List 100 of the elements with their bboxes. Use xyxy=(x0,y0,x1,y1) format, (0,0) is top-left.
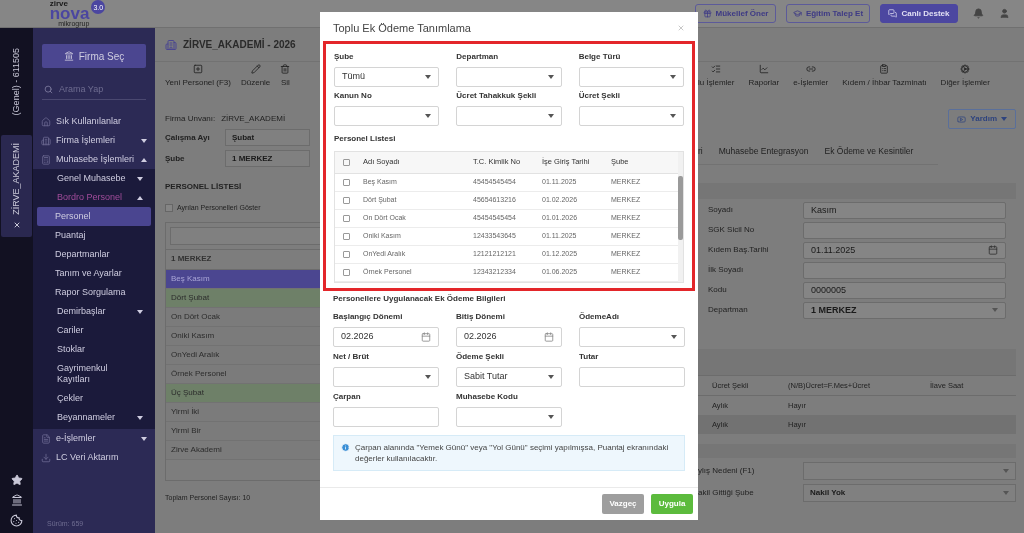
header-button[interactable]: Eğitim Talep Et xyxy=(786,4,870,23)
page-title: ZİRVE_AKADEMİ - 2026 xyxy=(183,37,296,52)
tab[interactable]: Ek Ödeme ve Kesintiler xyxy=(824,145,914,158)
field-label: Soyadı xyxy=(708,204,734,217)
field-label: Çarpan xyxy=(333,390,362,403)
date-field[interactable]: 02.2026 xyxy=(456,326,562,347)
field-label: Muhasebe Kodu xyxy=(456,390,519,403)
calendar-icon xyxy=(421,331,431,342)
chart-icon xyxy=(758,64,769,74)
user-icon[interactable] xyxy=(999,8,1010,19)
menu-item[interactable]: Gayrimenkul Kayıtları xyxy=(33,359,155,389)
checkbox[interactable] xyxy=(342,232,350,240)
checkbox[interactable] xyxy=(165,204,173,213)
caret-icon xyxy=(548,374,554,379)
toolbar-button[interactable]: e-İşlemler xyxy=(793,64,829,94)
caret-icon xyxy=(671,334,677,339)
select-field[interactable]: Sabit Tutar xyxy=(456,366,562,387)
caret-icon xyxy=(141,436,147,441)
input-field[interactable] xyxy=(803,221,1006,239)
firma-select-button[interactable]: Firma Seç xyxy=(42,44,146,68)
caret-icon xyxy=(141,157,147,162)
checkbox[interactable] xyxy=(342,250,350,258)
toolbar-button[interactable]: Sil xyxy=(280,64,291,94)
select-field[interactable]: Tümü xyxy=(334,66,440,87)
menu-item[interactable]: Departmanlar xyxy=(33,245,155,264)
checkbox[interactable] xyxy=(342,268,350,276)
caret-icon xyxy=(547,113,554,118)
menu-item[interactable]: e-İşlemler xyxy=(33,429,155,448)
field-label: Kıdem Baş.Tarihi xyxy=(708,244,770,257)
field-label: Ödeme Şekli xyxy=(456,350,506,363)
section-title: Personellere Uygulanacak Ek Ödeme Bilgileri xyxy=(333,292,507,305)
caret-icon xyxy=(670,113,676,118)
bank-icon[interactable] xyxy=(10,494,23,506)
field-label: Şube xyxy=(165,152,186,165)
tab[interactable]: ri xyxy=(698,145,703,158)
cookie-icon[interactable] xyxy=(10,514,23,527)
scrollbar[interactable] xyxy=(678,151,683,282)
dialog-button[interactable]: Vazgeç xyxy=(602,494,644,514)
caret-icon xyxy=(547,74,554,79)
bell-icon[interactable] xyxy=(973,8,984,19)
menu-item[interactable]: Sık Kullanılanlar xyxy=(33,112,155,131)
select-field[interactable]: 1 MERKEZ xyxy=(803,301,1006,319)
menu-item[interactable]: Rapor Sorgulama xyxy=(33,283,155,302)
building-icon xyxy=(41,135,51,146)
field-label: Ücret Tahakkuk Şekli xyxy=(456,89,538,102)
caret-icon xyxy=(670,74,676,79)
dialog-button[interactable]: Uygula xyxy=(651,494,693,514)
menu-item[interactable]: LC Veri Aktarım xyxy=(33,448,155,467)
menu-item[interactable]: Genel Muhasebe xyxy=(33,169,155,188)
close-icon[interactable] xyxy=(12,221,21,230)
field-label: Kodu xyxy=(708,284,728,297)
caret-icon xyxy=(137,309,143,314)
bank-icon xyxy=(63,51,74,61)
select-field[interactable] xyxy=(803,461,1016,480)
checkbox[interactable] xyxy=(342,196,350,204)
menu-item[interactable]: Beyannameler xyxy=(33,408,155,427)
menu-item[interactable]: Çekler xyxy=(33,389,155,408)
checkbox[interactable] xyxy=(342,158,350,166)
header-button[interactable]: Canlı Destek xyxy=(880,4,958,23)
menu-item[interactable]: Stoklar xyxy=(33,340,155,359)
caret-icon xyxy=(1003,468,1009,473)
menu-item[interactable]: Tanım ve Ayarlar xyxy=(33,264,155,283)
video-icon xyxy=(957,114,967,124)
date-field[interactable]: 02.2026 xyxy=(333,326,439,347)
input-field[interactable] xyxy=(803,261,1006,279)
gear-icon xyxy=(960,64,971,74)
star-icon[interactable] xyxy=(10,474,23,486)
caret-icon xyxy=(141,138,147,143)
calendar-icon xyxy=(988,245,998,256)
field-label: Tutar xyxy=(579,350,600,363)
menu-item[interactable]: Firma İşlemleri xyxy=(33,131,155,150)
toolbar-button[interactable]: Diğer İşlemler xyxy=(940,64,990,94)
menu-item[interactable]: Puantaj xyxy=(33,226,155,245)
input-field[interactable]: Kasım xyxy=(803,201,1006,219)
toolbar-button[interactable]: Raporlar xyxy=(748,64,780,94)
caret-icon xyxy=(992,308,998,313)
toolbar-button[interactable]: Yeni Personel (F3) xyxy=(165,64,231,94)
menu-item[interactable]: Bordro Personel xyxy=(33,188,155,207)
checkbox[interactable] xyxy=(342,178,350,186)
help-button[interactable]: Yardım xyxy=(948,109,1016,129)
checklist-icon xyxy=(711,64,722,74)
toolbar-button[interactable]: Düzenle xyxy=(240,64,271,94)
select-field[interactable]: Nakil Yok xyxy=(803,483,1016,502)
building-icon xyxy=(165,38,177,51)
menu-item[interactable]: Personel xyxy=(37,207,151,226)
input-field[interactable]: 0000005 xyxy=(803,281,1006,299)
field-label: ÖdemeAdı xyxy=(579,310,620,323)
company-tab[interactable]: ZİRVE_AKADEMİ xyxy=(1,135,32,238)
clipboard-icon xyxy=(879,64,890,74)
toolbar-button[interactable]: Kıdem / İhbar Tazminatı xyxy=(842,64,927,94)
menu-item[interactable]: Cariler xyxy=(33,321,155,340)
toolbar-button[interactable]: lu İşlemler xyxy=(698,64,735,94)
checkbox[interactable] xyxy=(342,214,350,222)
select-field[interactable]: Şubat xyxy=(225,129,310,146)
menu-item[interactable]: Demirbaşlar xyxy=(33,302,155,321)
tab[interactable]: Muhasebe Entegrasyon xyxy=(718,145,809,158)
menu-item[interactable]: Muhasebe İşlemleri xyxy=(33,150,155,169)
select-field[interactable]: 1 MERKEZ xyxy=(225,150,310,167)
header-button[interactable]: Mükellef Öner xyxy=(695,4,776,23)
date-field[interactable]: 01.11.2025 xyxy=(803,241,1006,259)
